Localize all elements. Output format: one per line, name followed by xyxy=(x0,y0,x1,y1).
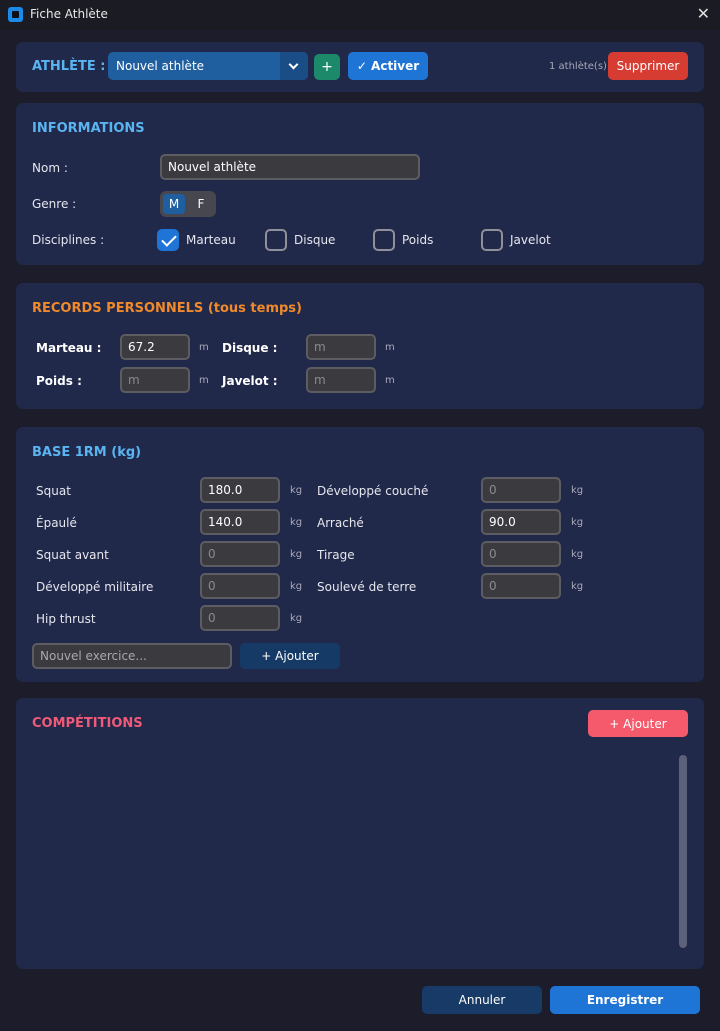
exercise-field-epaule[interactable]: 140.0 xyxy=(200,509,280,535)
exercise-placeholder-developpe-militaire: 0 xyxy=(208,579,216,593)
athlete-label: ATHLÈTE : xyxy=(32,59,106,74)
record-placeholder-poids: m xyxy=(128,373,140,387)
name-field[interactable]: Nouvel athlète xyxy=(160,154,420,180)
competitions-title: COMPÉTITIONS xyxy=(32,716,143,731)
record-placeholder-disque: m xyxy=(314,340,326,354)
exercise-label-squat: Squat xyxy=(36,484,71,498)
new-exercise-placeholder: Nouvel exercice... xyxy=(40,649,147,663)
record-label-disque: Disque : xyxy=(222,341,278,355)
unit-label: kg xyxy=(290,549,303,560)
unit-label: kg xyxy=(290,485,303,496)
delete-athlete-button[interactable]: Supprimer xyxy=(608,52,688,80)
checkbox-poids[interactable] xyxy=(373,229,395,251)
unit-label: m xyxy=(385,342,395,353)
exercise-field-hip-thrust[interactable]: 0 xyxy=(200,605,280,631)
unit-label: kg xyxy=(571,549,584,560)
gender-label: Genre : xyxy=(32,197,77,211)
exercise-label-developpe-militaire: Développé militaire xyxy=(36,580,154,594)
athlete-select[interactable]: Nouvel athlète xyxy=(108,52,308,80)
base-1rm-panel: BASE 1RM (kg) Squat 180.0 kg Développé c… xyxy=(16,427,704,682)
exercise-label-souleve-de-terre: Soulevé de terre xyxy=(317,580,417,594)
title-bar: Fiche Athlète ✕ xyxy=(0,0,720,30)
exercise-placeholder-developpe-couche: 0 xyxy=(489,483,497,497)
record-value-marteau: 67.2 xyxy=(128,340,155,354)
add-exercise-button[interactable]: + Ajouter xyxy=(240,643,340,669)
name-field-value: Nouvel athlète xyxy=(168,160,257,174)
checkbox-disque[interactable] xyxy=(265,229,287,251)
base-title: BASE 1RM (kg) xyxy=(32,445,142,460)
gender-m-option[interactable]: M xyxy=(163,194,185,214)
name-label: Nom : xyxy=(32,161,68,175)
cancel-button[interactable]: Annuler xyxy=(422,986,542,1014)
athlete-select-value: Nouvel athlète xyxy=(116,59,205,73)
record-field-poids[interactable]: m xyxy=(120,367,190,393)
exercise-label-developpe-couche: Développé couché xyxy=(317,484,429,498)
exercise-label-squat-avant: Squat avant xyxy=(36,548,109,562)
competitions-panel: COMPÉTITIONS + Ajouter xyxy=(16,698,704,969)
exercise-field-arrache[interactable]: 90.0 xyxy=(481,509,561,535)
app-icon xyxy=(8,7,23,22)
discipline-label-disque: Disque xyxy=(294,233,336,247)
records-title: RECORDS PERSONNELS (tous temps) xyxy=(32,301,302,316)
record-placeholder-javelot: m xyxy=(314,373,326,387)
discipline-label-javelot: Javelot xyxy=(510,233,551,247)
unit-label: m xyxy=(385,375,395,386)
record-field-marteau[interactable]: 67.2 xyxy=(120,334,190,360)
exercise-field-souleve-de-terre[interactable]: 0 xyxy=(481,573,561,599)
exercise-placeholder-souleve-de-terre: 0 xyxy=(489,579,497,593)
record-field-disque[interactable]: m xyxy=(306,334,376,360)
exercise-value-squat: 180.0 xyxy=(208,483,243,497)
gender-toggle: M F xyxy=(160,191,216,217)
exercise-placeholder-squat-avant: 0 xyxy=(208,547,216,561)
exercise-field-tirage[interactable]: 0 xyxy=(481,541,561,567)
unit-label: kg xyxy=(290,581,303,592)
discipline-label-marteau: Marteau xyxy=(186,233,236,247)
unit-label: kg xyxy=(290,613,303,624)
informations-panel: INFORMATIONS Nom : Nouvel athlète Genre … xyxy=(16,103,704,265)
exercise-field-developpe-couche[interactable]: 0 xyxy=(481,477,561,503)
disciplines-label: Disciplines : xyxy=(32,233,105,247)
exercise-value-epaule: 140.0 xyxy=(208,515,243,529)
unit-label: kg xyxy=(290,517,303,528)
gender-f-option[interactable]: F xyxy=(190,194,212,214)
exercise-field-squat[interactable]: 180.0 xyxy=(200,477,280,503)
checkbox-marteau[interactable] xyxy=(157,229,179,251)
exercise-label-arrache: Arraché xyxy=(317,516,364,530)
competitions-scrollbar[interactable] xyxy=(679,755,687,948)
exercise-field-developpe-militaire[interactable]: 0 xyxy=(200,573,280,599)
exercise-placeholder-hip-thrust: 0 xyxy=(208,611,216,625)
unit-label: kg xyxy=(571,517,584,528)
exercise-label-epaule: Épaulé xyxy=(36,516,77,530)
exercise-value-arrache: 90.0 xyxy=(489,515,516,529)
activate-button[interactable]: ✓ Activer xyxy=(348,52,428,80)
exercise-placeholder-tirage: 0 xyxy=(489,547,497,561)
unit-label: kg xyxy=(571,485,584,496)
athlete-panel: ATHLÈTE : Nouvel athlète + ✓ Activer 1 a… xyxy=(16,42,704,92)
window-title: Fiche Athlète xyxy=(30,7,108,21)
save-button[interactable]: Enregistrer xyxy=(550,986,700,1014)
record-label-marteau: Marteau : xyxy=(36,341,102,355)
informations-title: INFORMATIONS xyxy=(32,121,145,136)
add-athlete-button[interactable]: + xyxy=(314,54,340,80)
chevron-down-icon[interactable] xyxy=(280,52,308,80)
close-icon[interactable]: ✕ xyxy=(697,5,710,23)
unit-label: m xyxy=(199,375,209,386)
unit-label: m xyxy=(199,342,209,353)
record-field-javelot[interactable]: m xyxy=(306,367,376,393)
exercise-label-tirage: Tirage xyxy=(317,548,355,562)
add-competition-button[interactable]: + Ajouter xyxy=(588,710,688,737)
records-panel: RECORDS PERSONNELS (tous temps) Marteau … xyxy=(16,283,704,409)
record-label-poids: Poids : xyxy=(36,374,82,388)
record-label-javelot: Javelot : xyxy=(222,374,278,388)
checkbox-javelot[interactable] xyxy=(481,229,503,251)
discipline-label-poids: Poids xyxy=(402,233,434,247)
new-exercise-input[interactable]: Nouvel exercice... xyxy=(32,643,232,669)
unit-label: kg xyxy=(571,581,584,592)
exercise-label-hip-thrust: Hip thrust xyxy=(36,612,96,626)
exercise-field-squat-avant[interactable]: 0 xyxy=(200,541,280,567)
athlete-count: 1 athlète(s) xyxy=(549,61,607,72)
